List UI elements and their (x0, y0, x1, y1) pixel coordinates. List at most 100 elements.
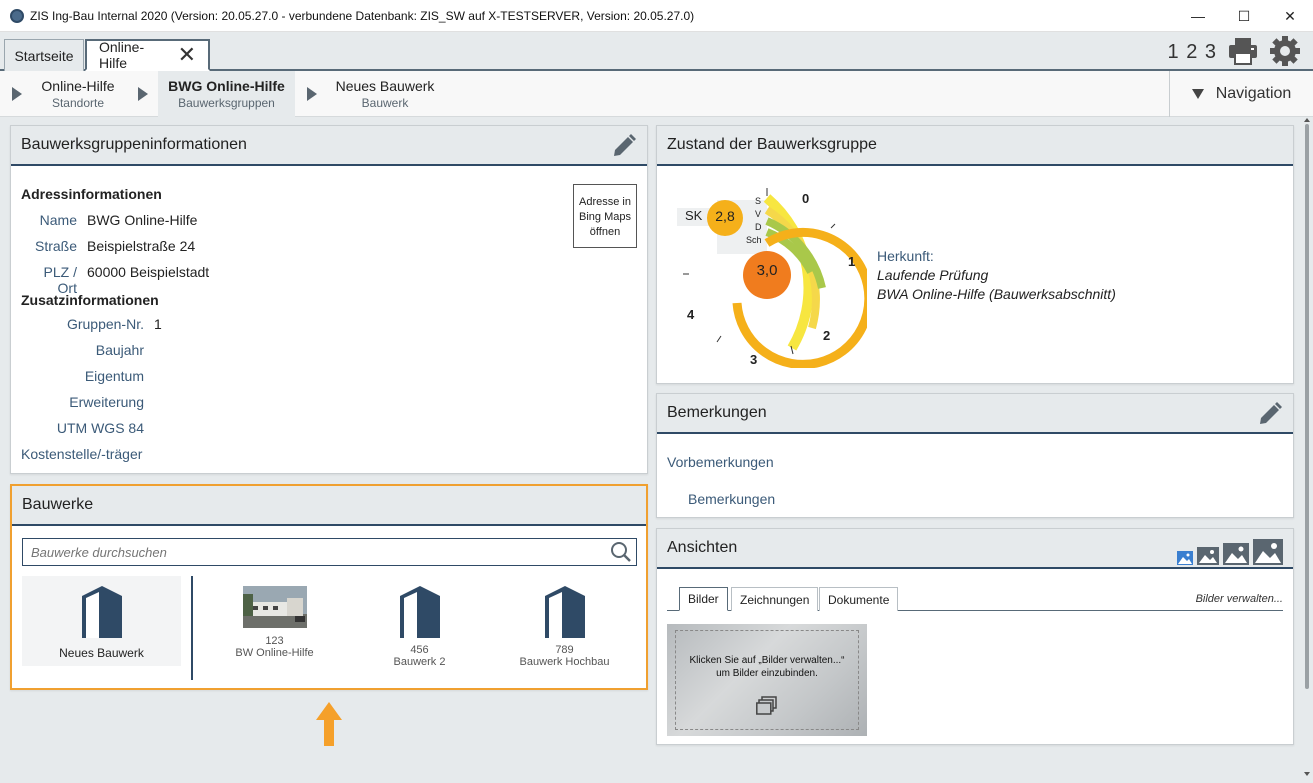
erweiterung-label: Erweiterung (69, 394, 144, 410)
layout-numbers[interactable]: 1 2 3 (1168, 41, 1217, 64)
bauwerk-name: Bauwerk Hochbau (519, 656, 610, 668)
printer-icon[interactable] (1227, 36, 1259, 69)
eigentum-label: Eigentum (84, 368, 144, 384)
vorbemerkungen-label: Vorbemerkungen (667, 454, 774, 470)
ansichten-panel-header: Ansichten (657, 529, 1293, 569)
herkunft-label: Herkunft: (877, 248, 934, 264)
drop-hint: Klicken Sie auf „Bilder verwalten...“ um… (667, 654, 867, 680)
bauwerke-panel-title: Bauwerke (22, 496, 94, 513)
utm-label: UTM WGS 84 (56, 420, 144, 436)
images-stack-icon (756, 696, 777, 715)
ansichten-panel: Ansichten Bilder Zeichnungen Dokumente B… (656, 528, 1294, 745)
building-icon (81, 586, 122, 638)
bilder-verwalten-link[interactable]: Bilder verwalten... (1196, 593, 1283, 605)
gear-icon[interactable] (1269, 35, 1301, 70)
breadcrumb-item-standorte[interactable]: Online-Hilfe Standorte (28, 71, 128, 117)
minimize-button[interactable]: — (1175, 0, 1221, 32)
breadcrumb-item-bauwerk[interactable]: Neues Bauwerk Bauwerk (327, 71, 443, 117)
new-bauwerk-tile[interactable]: Neues Bauwerk (22, 576, 181, 666)
sk-label: SK (685, 208, 703, 223)
bemerkungen-label: Bemerkungen (688, 491, 776, 507)
bauwerk-number: 789 (555, 644, 574, 656)
breadcrumb: Online-Hilfe Standorte BWG Online-Hilfe … (0, 71, 1313, 117)
scroll-up-arrow-icon[interactable] (1304, 118, 1310, 122)
breadcrumb-title: Online-Hilfe (41, 78, 115, 94)
street-label: Straße (34, 238, 77, 254)
ring-label-v: V (755, 209, 762, 219)
bauwerk-tile[interactable]: 789 Bauwerk Hochbau (502, 584, 627, 668)
breadcrumb-title: BWG Online-Hilfe (168, 78, 285, 94)
tab-label: Startseite (14, 47, 74, 64)
bauwerk-number: 123 (265, 635, 284, 647)
extra-heading: Zusatzinformationen (21, 292, 159, 308)
baujahr-label: Baujahr (95, 342, 144, 358)
pencil-icon[interactable] (611, 133, 637, 164)
breadcrumb-item-bauwerksgruppen[interactable]: BWG Online-Hilfe Bauwerksgruppen (158, 71, 295, 117)
herkunft-line-2: BWA Online-Hilfe (Bauwerksabschnitt) (877, 286, 1116, 302)
scale-label-3: 3 (750, 352, 758, 367)
scale-label-2: 2 (823, 328, 831, 343)
street-value: Beispielstraße 24 (87, 238, 196, 254)
scale-label-0: 0 (802, 191, 810, 206)
scroll-down-arrow-icon[interactable] (1304, 772, 1310, 776)
breadcrumb-subtitle: Bauwerk (361, 96, 409, 110)
tile-divider (191, 576, 193, 680)
image-medium-icon[interactable] (1197, 547, 1219, 570)
maximize-button[interactable]: ☐ (1221, 0, 1267, 32)
building-photo (242, 586, 307, 628)
search-icon[interactable] (610, 541, 632, 566)
bing-maps-button[interactable]: Adresse in Bing Maps öffnen (573, 184, 637, 248)
breadcrumb-arrow-icon (138, 87, 148, 101)
tab-dokumente[interactable]: Dokumente (819, 587, 899, 611)
zustand-panel-title: Zustand der Bauwerksgruppe (667, 136, 877, 153)
bauwerk-tile[interactable]: 123 BW Online-Hilfe (212, 586, 337, 659)
info-panel-title: Bauwerksgruppeninformationen (21, 136, 247, 153)
image-large-icon[interactable] (1223, 543, 1249, 570)
bauwerke-panel: Bauwerke Neues Bauwerk 123 BW Online-Hil… (10, 484, 648, 690)
overall-condition-value: 3,0 (756, 262, 778, 279)
navigation-button[interactable]: Navigation (1169, 71, 1313, 117)
navigation-label: Navigation (1215, 85, 1292, 102)
image-size-switch (1177, 539, 1283, 570)
bemerkungen-panel-header: Bemerkungen (657, 394, 1293, 434)
window-title: ZIS Ing-Bau Internal 2020 (Version: 20.0… (30, 8, 695, 23)
kostenstelle-label: Kostenstelle/-träger (21, 446, 143, 462)
tab-strip: Startseite Online-Hilfe ✕ 1 2 3 (0, 32, 1313, 71)
drop-hint-line-2: um Bilder einzubinden. (716, 668, 818, 679)
bauwerk-number: 456 (410, 644, 429, 656)
close-window-button[interactable]: ✕ (1267, 0, 1313, 32)
window-title-bar: ZIS Ing-Bau Internal 2020 (Version: 20.0… (0, 0, 1313, 32)
sk-value: 2,8 (715, 208, 735, 224)
close-tab-icon[interactable]: ✕ (178, 44, 196, 66)
vertical-scrollbar[interactable] (1305, 124, 1309, 689)
ansichten-panel-title: Ansichten (667, 539, 738, 556)
bauwerk-tile[interactable]: 456 Bauwerk 2 (357, 584, 482, 668)
bemerkungen-panel-title: Bemerkungen (667, 404, 767, 421)
tab-startseite[interactable]: Startseite (4, 39, 84, 71)
tab-bilder[interactable]: Bilder (679, 587, 728, 611)
breadcrumb-title: Neues Bauwerk (335, 78, 435, 94)
tab-label: Online-Hilfe (99, 39, 145, 71)
app-icon (10, 8, 24, 23)
bauwerke-search (22, 538, 637, 566)
tab-online-hilfe[interactable]: Online-Hilfe ✕ (85, 39, 210, 71)
drop-hint-line-1: Klicken Sie auf „Bilder verwalten...“ (689, 655, 845, 666)
bauwerk-name: Bauwerk 2 (393, 656, 446, 668)
name-label: Name (39, 212, 77, 228)
breadcrumb-arrow-icon (307, 87, 317, 101)
bemerkungen-panel: Bemerkungen Vorbemerkungen Bemerkungen (656, 393, 1294, 518)
info-panel: Bauwerksgruppeninformationen Adressinfor… (10, 125, 648, 474)
scale-label-4: 4 (687, 307, 695, 322)
bauwerk-name: BW Online-Hilfe (235, 647, 314, 659)
pencil-icon[interactable] (1257, 401, 1283, 432)
image-xlarge-icon[interactable] (1253, 539, 1283, 570)
image-drop-area[interactable]: Klicken Sie auf „Bilder verwalten...“ um… (667, 624, 867, 736)
image-small-icon[interactable] (1177, 551, 1193, 570)
building-icon (544, 586, 585, 638)
name-value: BWG Online-Hilfe (87, 212, 198, 228)
bauwerke-search-input[interactable] (23, 539, 593, 565)
building-icon (399, 586, 440, 638)
tab-zeichnungen[interactable]: Zeichnungen (731, 587, 819, 611)
arrow-up-icon (316, 702, 342, 746)
ring-label-d: D (755, 222, 762, 232)
